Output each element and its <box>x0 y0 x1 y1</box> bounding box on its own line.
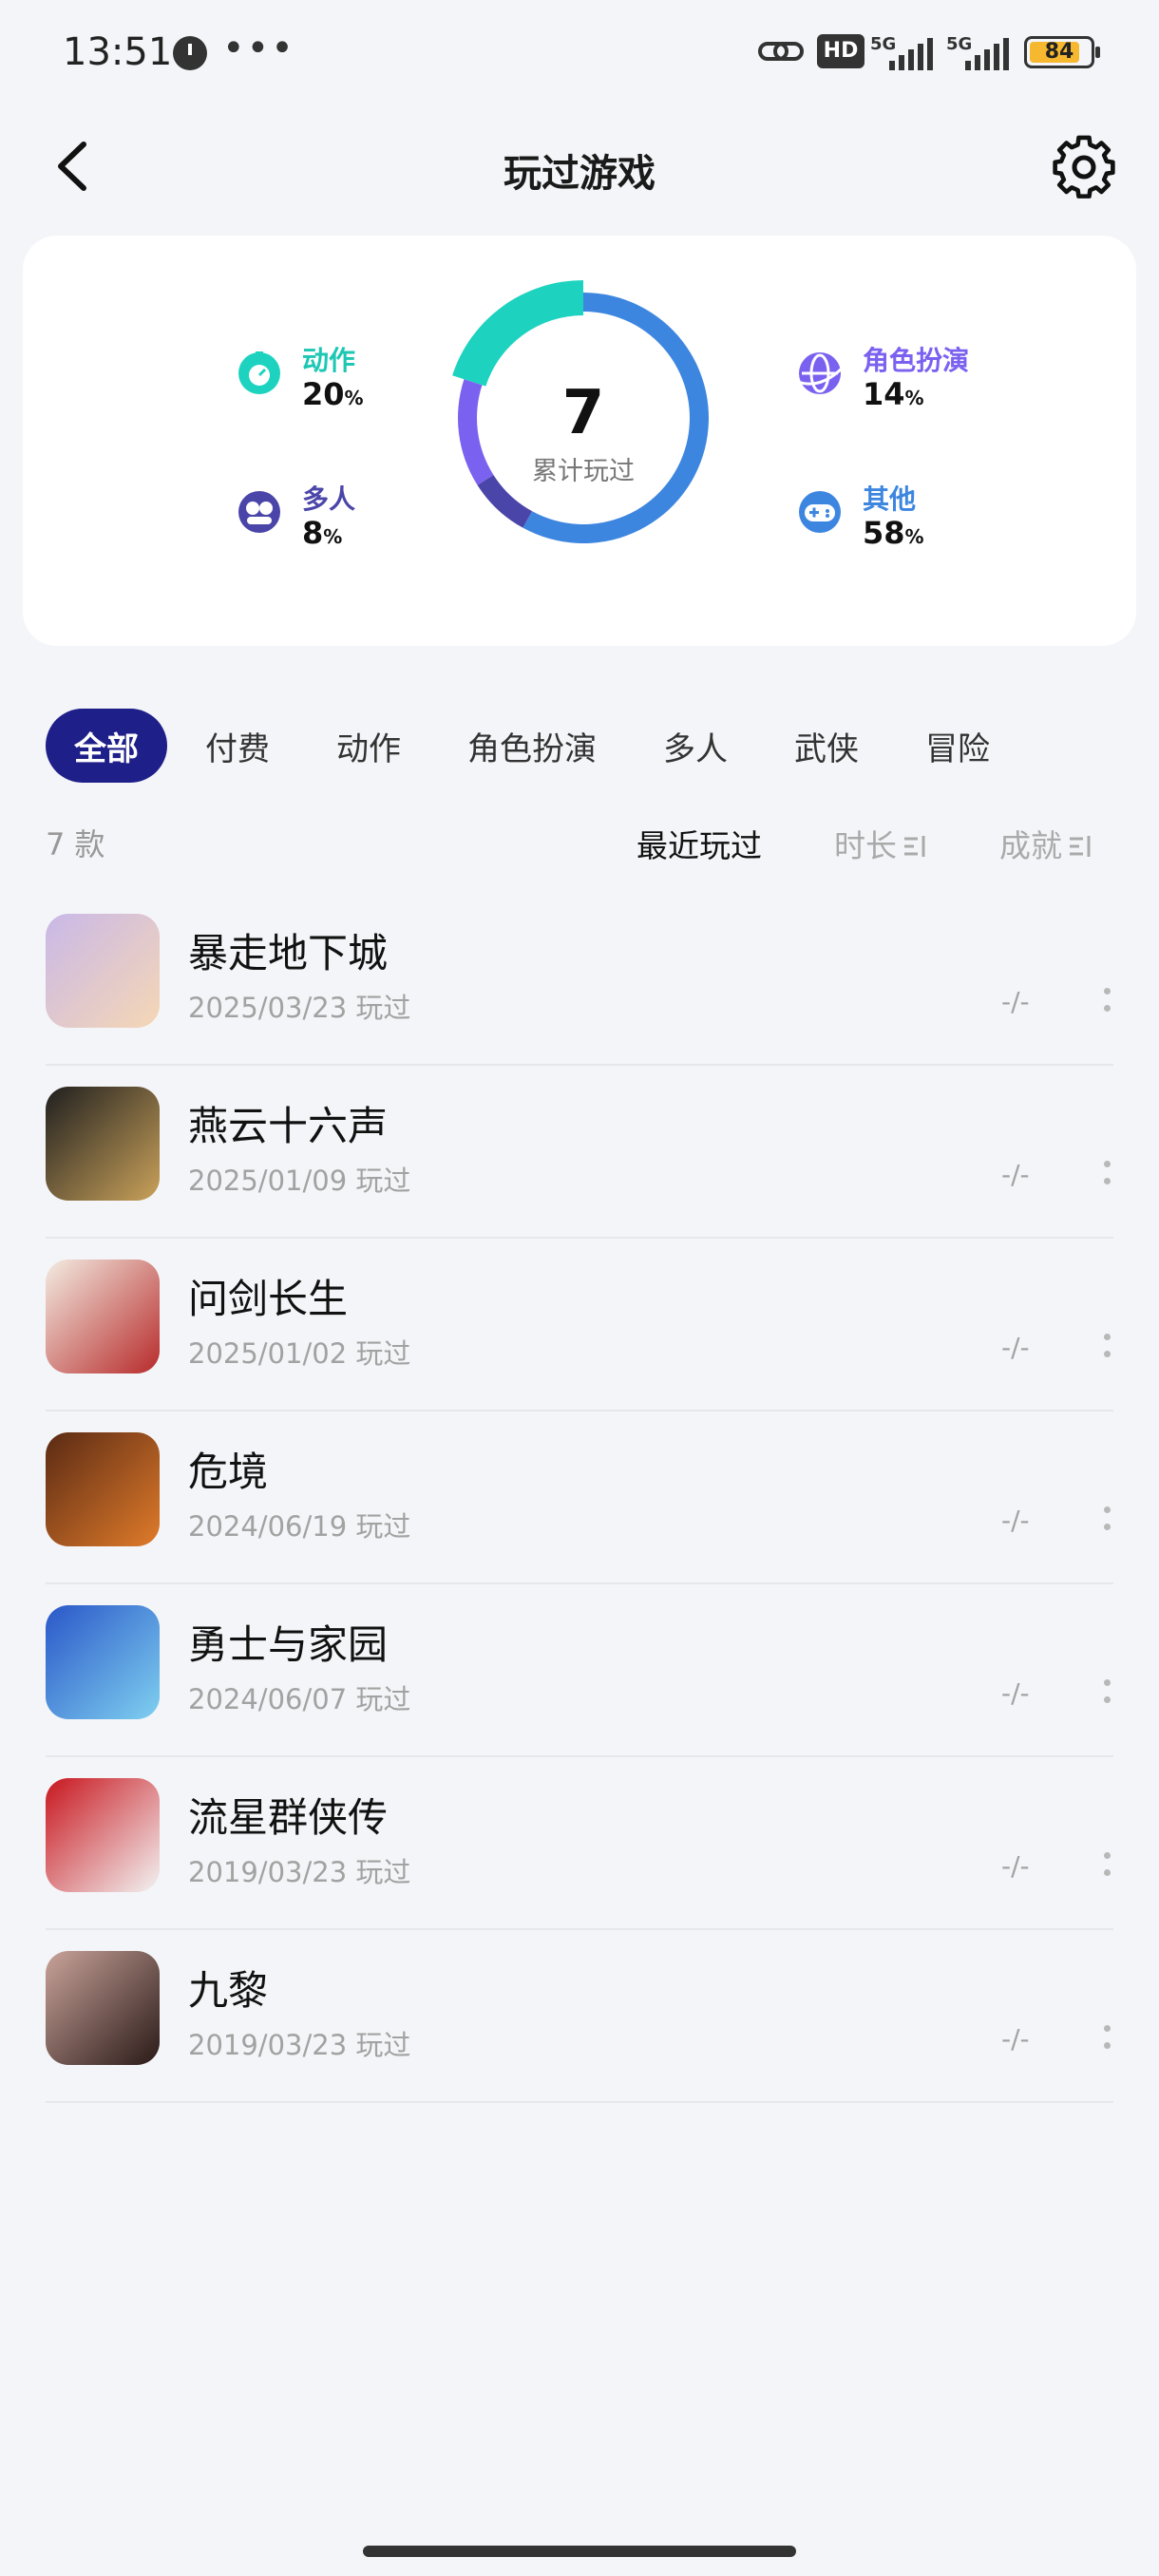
filter-tab[interactable]: 动作 <box>308 709 429 783</box>
game-row[interactable]: 九黎 2019/03/23 玩过 -/- <box>46 1930 1113 2103</box>
achievement-progress: -/- <box>1001 1677 1030 1709</box>
sort-achievement-button[interactable]: 成就 <box>999 821 1092 866</box>
game-name: 流星群侠传 <box>188 1794 389 1841</box>
filter-tabs: 全部 付费 动作 角色扮演 多人 武侠 冒险 <box>46 709 1028 783</box>
page-title: 玩过游戏 <box>504 152 656 196</box>
filter-tab[interactable]: 全部 <box>46 709 167 783</box>
multiplayer-icon <box>238 491 280 533</box>
status-time: 13:51 <box>63 30 173 74</box>
game-app-icon[interactable] <box>46 1778 160 1892</box>
more-options-button[interactable] <box>1100 1848 1113 1886</box>
more-options-button[interactable] <box>1100 984 1113 1022</box>
globe-icon <box>797 352 844 394</box>
game-app-icon[interactable] <box>46 1605 160 1719</box>
game-app-icon[interactable] <box>46 1087 160 1201</box>
donut-slice-action <box>452 280 583 387</box>
play-summary-card: 动作 20% 多人 8% 角色扮演 14% 其他 58% 7 累计玩过 <box>23 236 1136 646</box>
filter-tab[interactable]: 付费 <box>177 709 298 783</box>
donut-center: 7 累计玩过 <box>441 380 726 487</box>
game-name: 燕云十六声 <box>188 1103 389 1149</box>
game-app-icon[interactable] <box>46 1432 160 1546</box>
game-name: 问剑长生 <box>188 1276 349 1322</box>
sort-icon <box>904 836 925 857</box>
gear-icon <box>1053 135 1115 199</box>
sort-duration-button[interactable]: 时长 <box>834 821 927 866</box>
achievement-progress: -/- <box>1001 1850 1030 1882</box>
achievement-progress: -/- <box>1001 1332 1030 1363</box>
achievement-progress: -/- <box>1001 986 1030 1017</box>
game-name: 勇士与家园 <box>188 1621 389 1668</box>
achievement-progress: -/- <box>1001 1159 1030 1190</box>
last-played-date: 2024/06/07 玩过 <box>188 1683 411 1715</box>
hd-icon: HD <box>817 34 864 68</box>
link-icon <box>758 42 804 61</box>
game-name: 暴走地下城 <box>188 930 389 976</box>
clock-icon <box>173 36 207 70</box>
total-played-caption: 累计玩过 <box>532 457 635 486</box>
game-row[interactable]: 燕云十六声 2025/01/09 玩过 -/- <box>46 1066 1113 1239</box>
more-options-button[interactable] <box>1100 1330 1113 1368</box>
game-row[interactable]: 勇士与家园 2024/06/07 玩过 -/- <box>46 1584 1113 1757</box>
game-row[interactable]: 暴走地下城 2025/03/23 玩过 -/- <box>46 893 1113 1066</box>
sort-icon <box>1070 836 1091 857</box>
battery-icon: 84 <box>1024 36 1100 68</box>
filter-tab[interactable]: 多人 <box>635 709 756 783</box>
game-app-icon[interactable] <box>46 1951 160 2065</box>
game-row[interactable]: 流星群侠传 2019/03/23 玩过 -/- <box>46 1757 1113 1930</box>
last-played-date: 2019/03/23 玩过 <box>188 2029 411 2061</box>
more-options-button[interactable] <box>1100 2021 1113 2059</box>
sort-recent-button[interactable]: 最近玩过 <box>636 821 762 866</box>
achievement-progress: -/- <box>1001 1505 1030 1536</box>
game-app-icon[interactable] <box>46 914 160 1028</box>
more-notifications-icon: ••• <box>222 27 295 70</box>
last-played-date: 2019/03/23 玩过 <box>188 1856 411 1888</box>
game-count: 7 款 <box>46 826 105 862</box>
game-list: 暴走地下城 2025/03/23 玩过 -/- 燕云十六声 2025/01/09 玩过 -… <box>46 893 1113 2103</box>
action-icon <box>238 351 280 394</box>
achievement-progress: -/- <box>1001 2023 1030 2055</box>
filter-tab[interactable]: 角色扮演 <box>439 709 625 783</box>
more-options-button[interactable] <box>1100 1676 1113 1714</box>
game-name: 危境 <box>188 1449 269 1495</box>
game-row[interactable]: 问剑长生 2025/01/02 玩过 -/- <box>46 1239 1113 1411</box>
game-row[interactable]: 危境 2024/06/19 玩过 -/- <box>46 1411 1113 1584</box>
more-options-button[interactable] <box>1100 1503 1113 1541</box>
settings-button[interactable] <box>1050 133 1118 201</box>
last-played-date: 2024/06/19 玩过 <box>188 1510 411 1543</box>
last-played-date: 2025/03/23 玩过 <box>188 992 411 1024</box>
signal-icon: 5G <box>870 34 939 70</box>
game-app-icon[interactable] <box>46 1260 160 1373</box>
more-options-button[interactable] <box>1100 1157 1113 1195</box>
last-played-date: 2025/01/02 玩过 <box>188 1337 411 1370</box>
game-name: 九黎 <box>188 1967 269 2014</box>
status-bar: 13:51 ••• HD 5G 5G 84 <box>0 0 1159 104</box>
battery-level: 84 <box>1044 40 1074 64</box>
signal-icon: 5G <box>946 34 1015 70</box>
total-played-count: 7 <box>561 378 605 448</box>
last-played-date: 2025/01/09 玩过 <box>188 1165 411 1197</box>
gamepad-icon <box>799 491 841 533</box>
filter-tab[interactable]: 冒险 <box>897 709 1018 783</box>
filter-tab[interactable]: 武侠 <box>766 709 887 783</box>
home-indicator[interactable] <box>363 2546 796 2557</box>
